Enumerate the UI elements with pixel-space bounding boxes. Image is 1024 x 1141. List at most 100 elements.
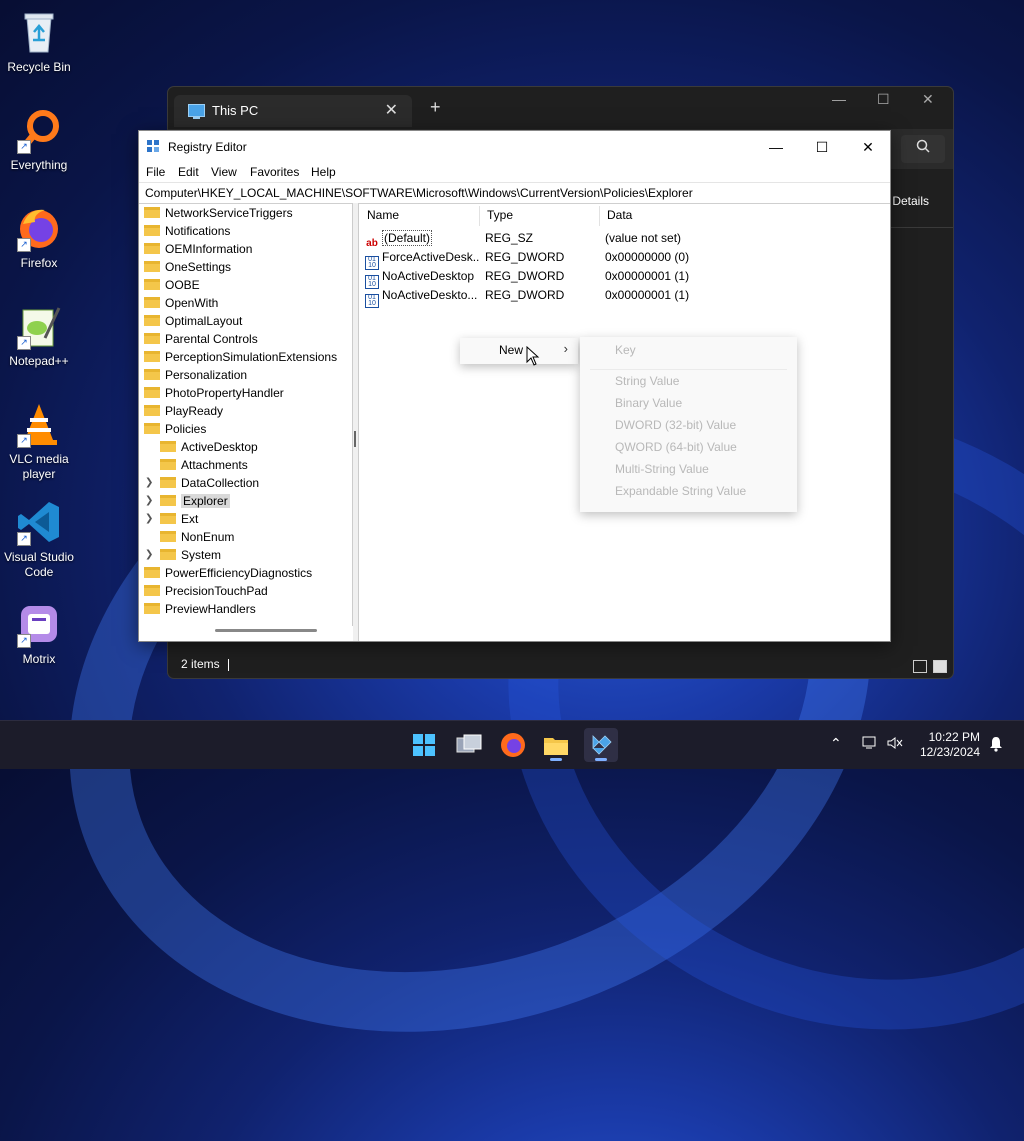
menu-item-dword-value[interactable]: DWORD (32-bit) Value [615, 418, 736, 432]
chevron-right-icon[interactable]: ❯ [145, 492, 153, 510]
folder-icon [160, 477, 176, 489]
close-button[interactable]: ✕ [922, 91, 934, 108]
maximize-button[interactable]: ☐ [799, 135, 845, 159]
tree-item[interactable]: ❯ Ext [145, 510, 198, 528]
folder-icon [144, 567, 160, 579]
tree-item[interactable]: OptimalLayout [144, 312, 242, 330]
taskbar-registry-editor[interactable] [584, 728, 618, 762]
tree-item[interactable]: NetworkServiceTriggers [144, 204, 293, 222]
menu-edit[interactable]: Edit [178, 165, 199, 179]
menu-item-string-value[interactable]: String Value [615, 374, 679, 388]
close-tab-icon[interactable]: ✕ [385, 100, 398, 120]
chevron-right-icon[interactable]: ❯ [145, 546, 153, 564]
tree-item[interactable]: ❯ System [145, 546, 221, 564]
view-toggle[interactable] [907, 659, 947, 673]
tree-item[interactable]: Notifications [144, 222, 230, 240]
start-button[interactable] [407, 728, 441, 762]
tree-item[interactable]: OneSettings [144, 258, 231, 276]
tiles-view-icon[interactable] [933, 660, 947, 673]
search-icon [916, 139, 930, 153]
folder-icon [144, 297, 160, 309]
chevron-right-icon[interactable]: ❯ [145, 510, 153, 528]
tree-item[interactable]: OOBE [144, 276, 200, 294]
menu-item-multi-string-value[interactable]: Multi-String Value [615, 462, 709, 476]
tree-item[interactable]: OpenWith [144, 294, 218, 312]
desktop-icon-vscode[interactable]: ↗ Visual Studio Code [0, 492, 78, 580]
registry-editor-icon [147, 140, 160, 153]
menu-help[interactable]: Help [311, 165, 336, 179]
column-separator[interactable] [599, 206, 600, 226]
desktop-icon-firefox[interactable]: ↗ Firefox [0, 198, 78, 271]
everything-icon: ↗ [15, 106, 63, 154]
desktop-icon-motrix[interactable]: ↗ Motrix [0, 594, 78, 667]
minimize-button[interactable]: — [753, 135, 799, 159]
tree-item[interactable]: NonEnum [160, 528, 234, 546]
shortcut-arrow-icon: ↗ [17, 634, 31, 648]
shortcut-arrow-icon: ↗ [17, 532, 31, 546]
tree-item[interactable]: ❯ DataCollection [145, 474, 259, 492]
tree-item[interactable]: PlayReady [144, 402, 223, 420]
desktop-icon-label: Notepad++ [9, 354, 69, 368]
tree-item[interactable]: ActiveDesktop [160, 438, 258, 456]
details-view-icon[interactable] [913, 660, 927, 673]
tree-item[interactable]: PreviewHandlers [144, 600, 256, 618]
menu-item-key[interactable]: Key [615, 343, 636, 357]
tree-item[interactable]: Personalization [144, 366, 247, 384]
notification-bell-icon[interactable] [988, 736, 1004, 755]
tree-item[interactable]: PrecisionTouchPad [144, 582, 268, 600]
folder-icon [144, 225, 160, 237]
volume-muted-icon[interactable] [886, 735, 904, 754]
menu-item-binary-value[interactable]: Binary Value [615, 396, 682, 410]
column-header-data[interactable]: Data [607, 208, 632, 222]
value-row[interactable]: 01 10ForceActiveDesk... REG_DWORD 0x000000… [365, 248, 689, 270]
tree-item[interactable]: PerceptionSimulationExtensions [144, 348, 337, 366]
desktop-icon-notepadpp[interactable]: ↗ Notepad++ [0, 296, 78, 369]
taskbar-firefox[interactable] [496, 728, 530, 762]
task-view-icon [456, 734, 482, 753]
column-header-name[interactable]: Name [367, 208, 399, 222]
tree-item-policies[interactable]: Policies [144, 420, 206, 438]
show-hidden-icons-button[interactable]: ⌃ [830, 735, 842, 752]
tree-item-explorer[interactable]: ❯ Explorer [145, 492, 230, 510]
menu-file[interactable]: File [146, 165, 165, 179]
menu-item-new[interactable]: New [499, 343, 523, 357]
tree-item[interactable]: PowerEfficiencyDiagnostics [144, 564, 312, 582]
desktop-icon-recycle-bin[interactable]: Recycle Bin [0, 2, 78, 75]
taskbar-file-explorer[interactable] [539, 728, 573, 762]
folder-icon [144, 315, 160, 327]
folder-icon [544, 738, 568, 755]
value-row[interactable]: 01 10NoActiveDeskto... REG_DWORD 0x0000000… [365, 286, 689, 308]
menu-item-expandable-string-value[interactable]: Expandable String Value [615, 484, 746, 498]
divider [888, 227, 953, 228]
address-path[interactable]: Computer\HKEY_LOCAL_MACHINE\SOFTWARE\Mic… [145, 186, 693, 200]
splitter-grip[interactable] [354, 431, 356, 447]
shortcut-arrow-icon: ↗ [17, 140, 31, 154]
chevron-right-icon[interactable]: ❯ [145, 474, 153, 492]
menu-favorites[interactable]: Favorites [250, 165, 299, 179]
value-row[interactable]: ab (Default) REG_SZ (value not set) [365, 229, 681, 249]
tree-item[interactable]: PhotoPropertyHandler [144, 384, 284, 402]
tree-horizontal-scrollbar[interactable] [215, 629, 317, 632]
value-row[interactable]: 01 10NoActiveDesktop REG_DWORD 0x00000001 … [365, 267, 689, 289]
minimize-button[interactable]: — [832, 91, 846, 107]
address-bar[interactable]: Computer\HKEY_LOCAL_MACHINE\SOFTWARE\Mic… [139, 182, 890, 204]
tree-item[interactable]: Parental Controls [144, 330, 258, 348]
tab-this-pc[interactable]: This PC ✕ [174, 95, 412, 127]
clock[interactable]: 10:22 PM 12/23/2024 [920, 730, 980, 760]
menu-view[interactable]: View [211, 165, 237, 179]
details-button[interactable]: Details [892, 194, 929, 208]
menu-item-qword-value[interactable]: QWORD (64-bit) Value [615, 440, 737, 454]
new-tab-button[interactable]: + [430, 97, 441, 118]
title-bar[interactable]: Registry Editor — ☐ ✕ [139, 131, 890, 162]
desktop-icon-everything[interactable]: ↗ Everything [0, 100, 78, 173]
task-view-button[interactable] [452, 728, 486, 762]
column-header-type[interactable]: Type [487, 208, 513, 222]
network-icon[interactable] [861, 735, 879, 754]
tree-item[interactable]: Attachments [160, 456, 248, 474]
search-button[interactable] [901, 135, 945, 163]
column-separator[interactable] [479, 206, 480, 226]
tree-item[interactable]: OEMInformation [144, 240, 252, 258]
desktop-icon-vlc[interactable]: ↗ VLC media player [0, 394, 78, 482]
maximize-button[interactable]: ☐ [877, 91, 890, 108]
close-button[interactable]: ✕ [845, 135, 891, 159]
